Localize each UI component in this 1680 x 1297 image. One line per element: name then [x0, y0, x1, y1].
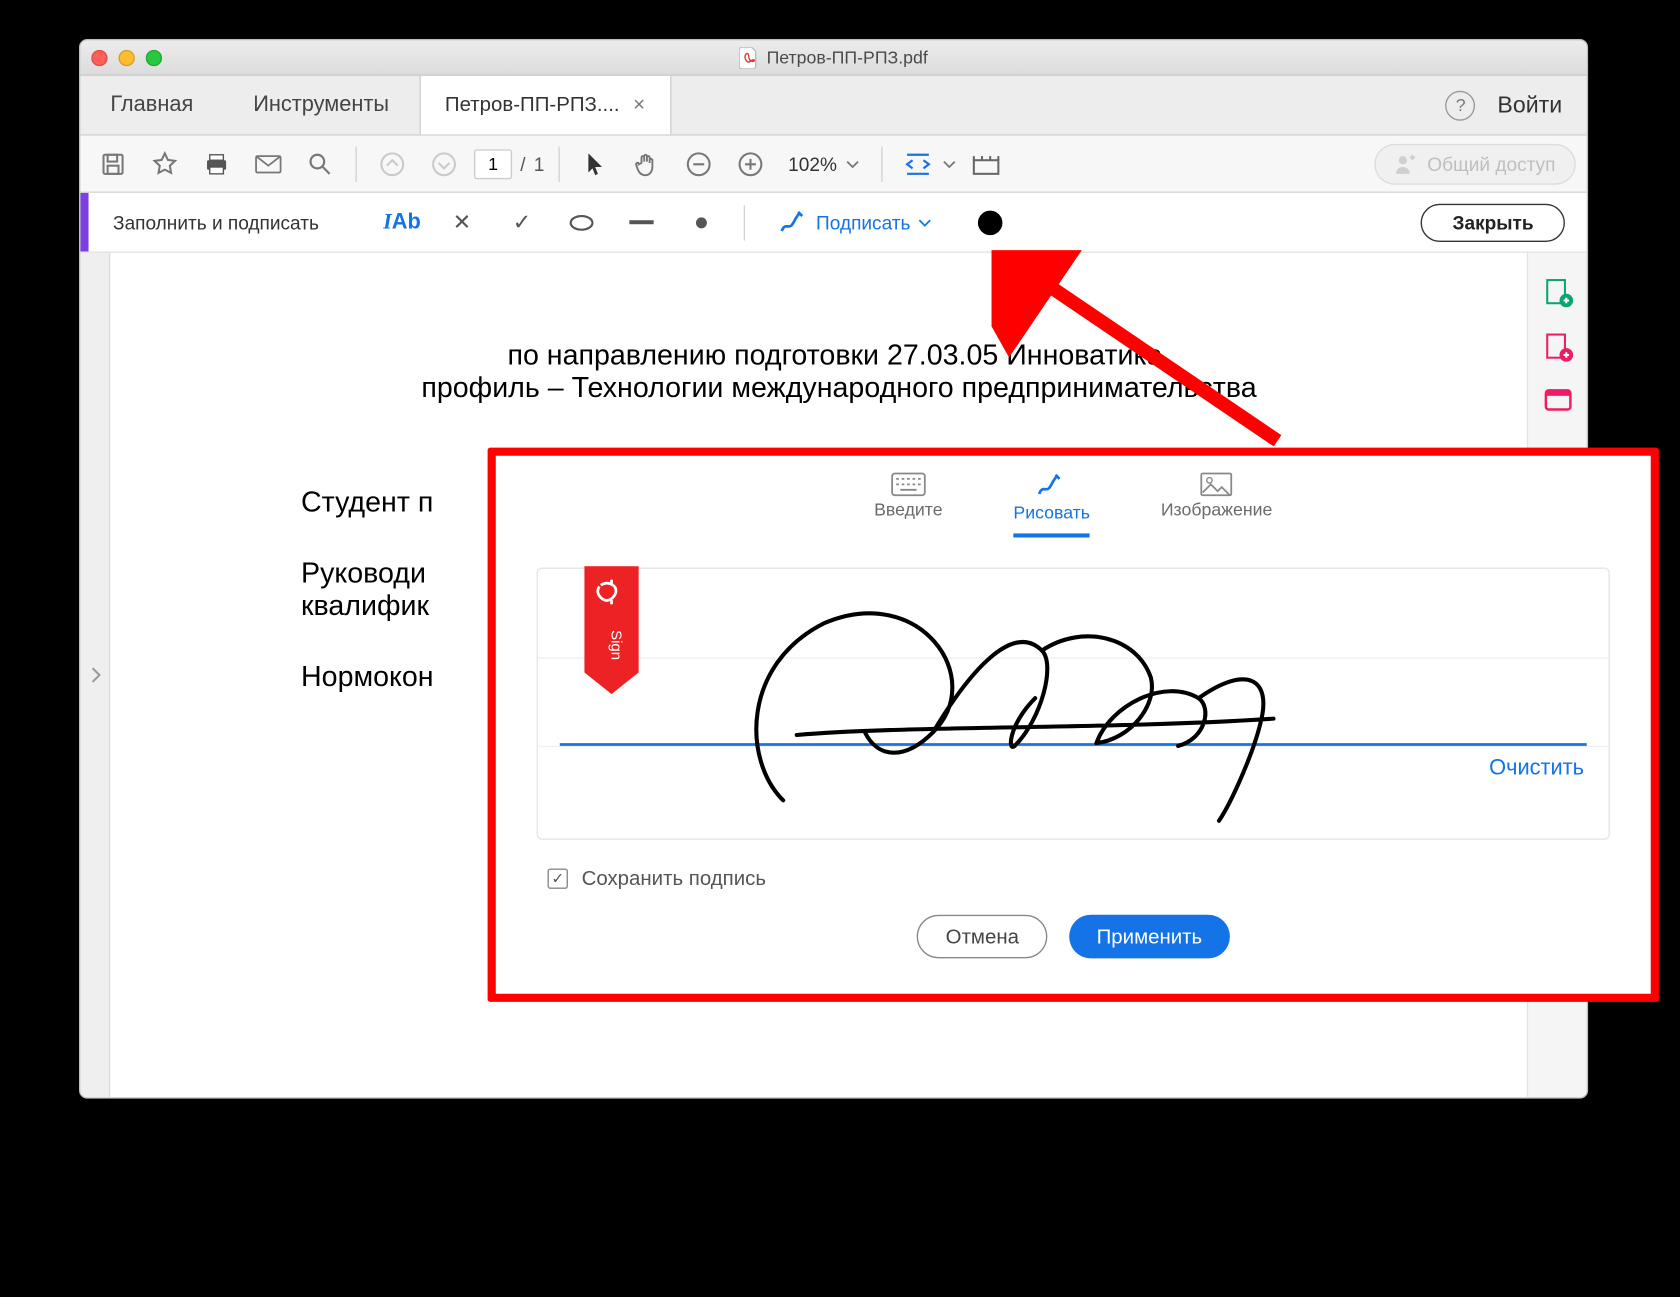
check-mark-tool[interactable]: ✓ — [499, 199, 545, 245]
share-person-icon — [1395, 153, 1417, 175]
cancel-button[interactable]: Отмена — [917, 915, 1048, 959]
sign-button[interactable]: Подписать — [764, 209, 946, 236]
main-toolbar: / 1 102% Общий доступ — [80, 136, 1586, 193]
tab-type-signature[interactable]: Введите — [874, 472, 942, 537]
close-window-icon[interactable] — [91, 49, 107, 65]
tab-draw-label: Рисовать — [1013, 502, 1090, 522]
dialog-tabs: Введите Рисовать Изображение — [520, 467, 1588, 538]
dialog-buttons: Отмена Применить — [520, 915, 1588, 959]
star-icon[interactable] — [143, 142, 187, 186]
select-tool-icon[interactable] — [573, 142, 617, 186]
page-indicator: / 1 — [474, 149, 544, 179]
tab-image-signature[interactable]: Изображение — [1161, 472, 1273, 537]
edit-pdf-icon[interactable] — [1542, 386, 1572, 416]
page-down-icon[interactable] — [422, 142, 466, 186]
zoom-in-icon[interactable] — [728, 142, 772, 186]
window-controls — [91, 49, 162, 65]
signature-dialog: Введите Рисовать Изображение Sign Очисти… — [488, 448, 1588, 1002]
page-total: 1 — [534, 153, 545, 175]
signature-canvas[interactable]: Sign Очистить — [537, 567, 1588, 839]
window-title-text: Петров-ПП-РПЗ.pdf — [767, 47, 928, 67]
clear-signature-button[interactable]: Очистить — [1489, 757, 1584, 782]
tab-image-label: Изображение — [1161, 499, 1273, 519]
keyboard-icon — [891, 472, 926, 497]
svg-text:Sign: Sign — [608, 630, 625, 660]
export-pdf-icon[interactable] — [1542, 277, 1572, 307]
tab-tools[interactable]: Инструменты — [223, 76, 419, 135]
dot-tool[interactable] — [678, 199, 724, 245]
x-mark-tool[interactable]: ✕ — [439, 199, 485, 245]
chevron-down-icon — [919, 218, 933, 226]
page-up-icon[interactable] — [370, 142, 414, 186]
oval-tool[interactable] — [559, 199, 605, 245]
read-mode-icon[interactable] — [964, 142, 1008, 186]
save-icon[interactable] — [91, 142, 135, 186]
zoom-select[interactable]: 102% — [780, 153, 867, 175]
hand-tool-icon[interactable] — [625, 142, 669, 186]
chevron-down-icon — [845, 160, 859, 168]
fit-width-icon[interactable] — [896, 142, 940, 186]
titlebar: Петров-ПП-РПЗ.pdf — [80, 40, 1586, 75]
chevron-right-icon — [89, 667, 100, 683]
page-sep: / — [520, 153, 525, 175]
sign-label: Подписать — [816, 211, 910, 233]
annotation-arrow — [992, 250, 1319, 454]
chevron-down-icon — [942, 160, 956, 168]
signature-pen-icon — [778, 209, 808, 236]
left-rail[interactable] — [80, 253, 110, 1097]
zoom-out-icon[interactable] — [676, 142, 720, 186]
login-button[interactable]: Войти — [1497, 91, 1562, 118]
image-icon — [1200, 472, 1233, 497]
fill-sign-toolbar: Заполнить и подписать IAb ✕ ✓ Подписать … — [80, 193, 1586, 253]
window-title: Петров-ПП-РПЗ.pdf — [739, 46, 927, 68]
app-window: Петров-ПП-РПЗ.pdf Главная Инструменты Пе… — [79, 39, 1588, 1099]
close-fillsign-button[interactable]: Закрыть — [1421, 203, 1565, 241]
zoom-value: 102% — [788, 153, 837, 175]
share-label: Общий доступ — [1427, 153, 1555, 175]
text-tool[interactable]: IAb — [379, 199, 425, 245]
page-current-input[interactable] — [474, 149, 512, 179]
help-icon[interactable]: ? — [1446, 90, 1476, 120]
line-tool[interactable] — [619, 199, 665, 245]
sign-ribbon: Sign — [584, 566, 638, 697]
minimize-window-icon[interactable] — [118, 49, 134, 65]
tab-close-icon[interactable]: × — [633, 93, 645, 116]
print-icon[interactable] — [195, 142, 239, 186]
create-pdf-icon[interactable] — [1542, 332, 1572, 362]
save-signature-row: ✓ Сохранить подпись — [520, 856, 1588, 915]
fill-sign-title: Заполнить и подписать — [113, 211, 319, 233]
save-signature-checkbox[interactable]: ✓ — [548, 868, 568, 888]
signature-drawing — [701, 582, 1409, 827]
tab-type-label: Введите — [874, 499, 942, 519]
maximize-window-icon[interactable] — [146, 49, 162, 65]
mail-icon[interactable] — [247, 142, 291, 186]
search-icon[interactable] — [298, 142, 342, 186]
draw-pen-icon — [1035, 472, 1068, 499]
tab-home[interactable]: Главная — [80, 76, 223, 135]
save-signature-label: Сохранить подпись — [582, 867, 766, 890]
tab-document-label: Петров-ПП-РПЗ.... — [445, 93, 620, 116]
share-button[interactable]: Общий доступ — [1374, 143, 1576, 184]
tab-document[interactable]: Петров-ПП-РПЗ.... × — [419, 76, 671, 135]
color-picker[interactable] — [979, 210, 1004, 235]
pdf-file-icon — [739, 46, 758, 68]
tab-draw-signature[interactable]: Рисовать — [1013, 472, 1090, 537]
tab-bar: Главная Инструменты Петров-ПП-РПЗ.... × … — [80, 76, 1586, 136]
apply-button[interactable]: Применить — [1069, 915, 1229, 959]
